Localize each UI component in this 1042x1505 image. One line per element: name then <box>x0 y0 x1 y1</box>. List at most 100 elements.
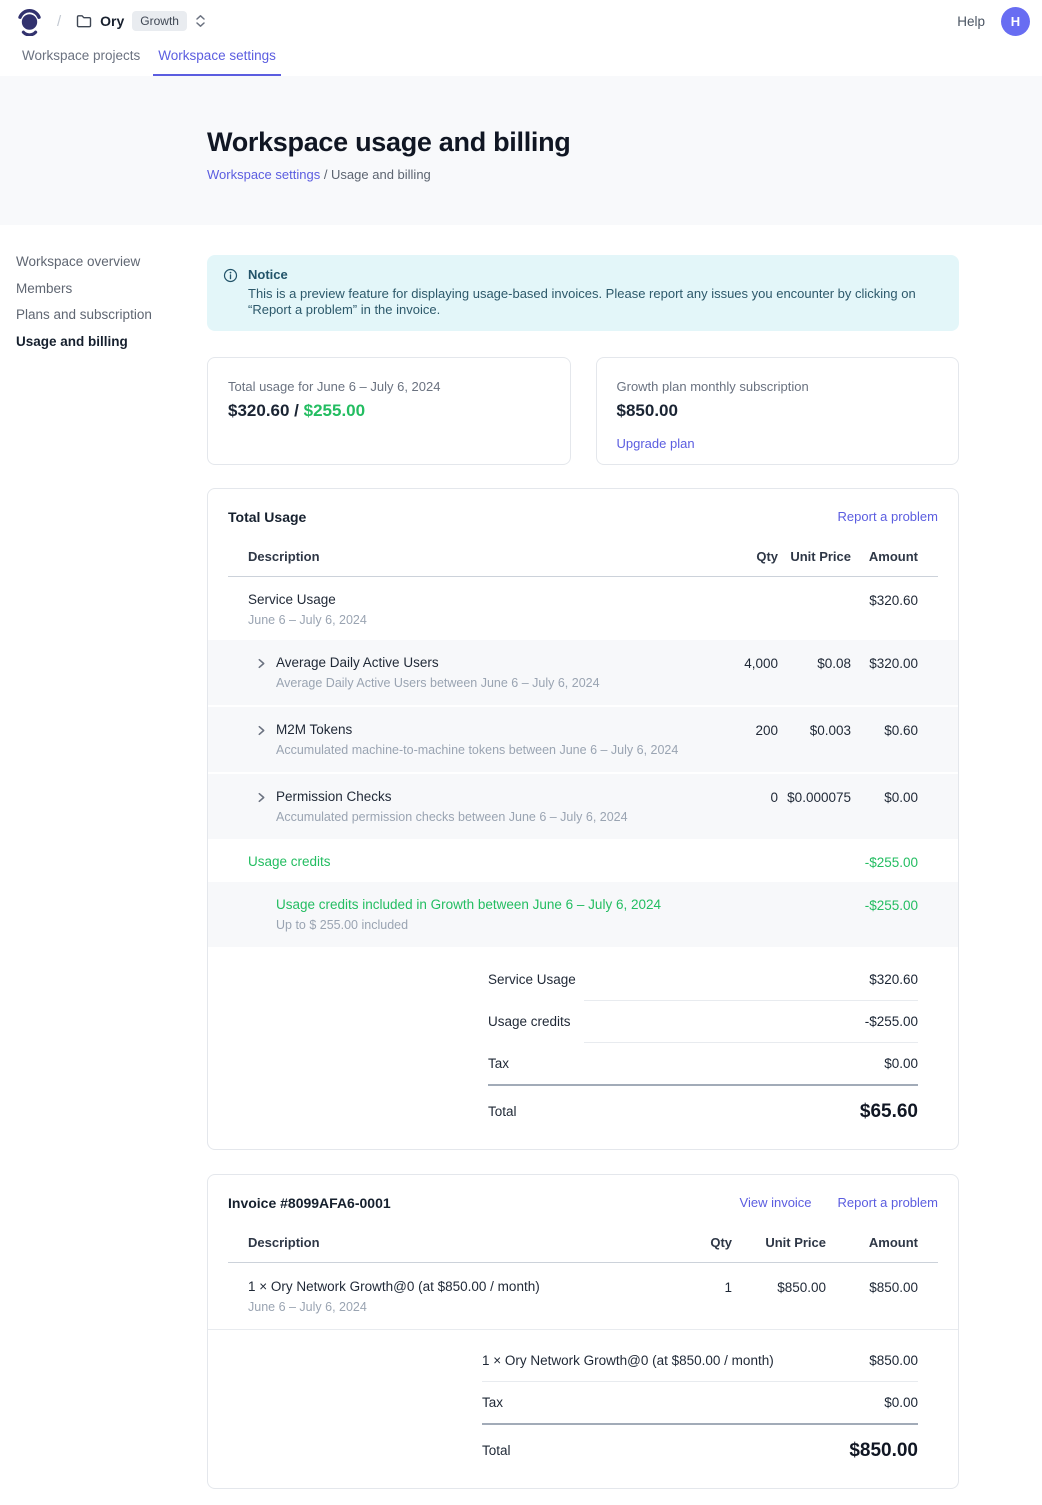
row-subtitle: Accumulated permission checks between Ju… <box>276 810 628 824</box>
table-row-m2m-tokens[interactable]: M2M Tokens Accumulated machine-to-machin… <box>208 707 958 774</box>
page-hero: Workspace usage and billing Workspace se… <box>0 76 1042 225</box>
invoice-title: Invoice #8099AFA6-0001 <box>228 1195 391 1211</box>
row-title: Permission Checks <box>276 789 628 804</box>
usage-total-row: Total $65.60 <box>488 1084 918 1127</box>
usage-summary: Service Usage $320.60 Usage credits -$25… <box>488 959 918 1127</box>
col-qty: Qty <box>688 549 778 564</box>
row-qty: 0 <box>688 789 778 805</box>
plan-badge: Growth <box>132 11 187 31</box>
summary-value: $0.00 <box>884 1395 918 1410</box>
chevron-right-icon[interactable] <box>256 724 267 757</box>
summary-label: Service Usage <box>488 972 576 987</box>
ory-logo-icon <box>16 7 43 36</box>
summary-value: -$255.00 <box>865 1014 918 1029</box>
summary-value: $0.00 <box>884 1056 918 1071</box>
upgrade-plan-link[interactable]: Upgrade plan <box>617 436 695 451</box>
table-row-permission-checks[interactable]: Permission Checks Accumulated permission… <box>208 774 958 841</box>
summary-value: $320.60 <box>869 972 918 987</box>
row-title: Service Usage <box>248 592 688 607</box>
report-problem-link[interactable]: Report a problem <box>838 509 938 524</box>
page-title: Workspace usage and billing <box>207 127 1042 158</box>
col-unit-price: Unit Price <box>732 1235 826 1250</box>
sidebar-item-members[interactable]: Members <box>16 282 191 296</box>
invoice-total-row: Total $850.00 <box>482 1423 918 1466</box>
tab-workspace-settings[interactable]: Workspace settings <box>153 42 281 76</box>
row-qty: 1 <box>672 1279 732 1295</box>
col-unit-price: Unit Price <box>778 549 851 564</box>
table-row-service-usage: Service Usage June 6 – July 6, 2024 $320… <box>208 577 958 640</box>
row-amount: $850.00 <box>826 1279 918 1295</box>
row-title: Usage credits <box>248 854 688 869</box>
row-unit-price: $0.000075 <box>778 789 851 805</box>
chevrons-up-down-icon <box>195 14 206 28</box>
view-invoice-link[interactable]: View invoice <box>740 1195 812 1210</box>
row-amount: $0.00 <box>851 789 918 805</box>
row-subtitle: Average Daily Active Users between June … <box>276 676 600 690</box>
chevron-right-icon[interactable] <box>256 657 267 690</box>
col-amount: Amount <box>826 1235 918 1250</box>
table-row-usage-credits: Usage credits -$255.00 <box>208 841 958 882</box>
row-unit-price: $0.003 <box>778 722 851 738</box>
help-link[interactable]: Help <box>957 14 985 29</box>
summary-value: $850.00 <box>869 1353 918 1368</box>
total-usage-card: Total usage for June 6 – July 6, 2024 $3… <box>207 357 571 465</box>
row-amount: -$255.00 <box>851 854 918 870</box>
summary-label: Tax <box>482 1395 503 1410</box>
invoice-table-header: Description Qty Unit Price Amount <box>228 1227 938 1263</box>
info-icon <box>223 268 238 318</box>
plan-value: $850.00 <box>617 401 939 421</box>
total-label: Total <box>482 1443 511 1458</box>
row-subtitle: June 6 – July 6, 2024 <box>248 613 688 627</box>
total-value: $65.60 <box>860 1101 918 1123</box>
workspace-tabs: Workspace projects Workspace settings <box>0 42 1042 76</box>
total-label: Total <box>488 1104 517 1119</box>
col-qty: Qty <box>672 1235 732 1250</box>
summary-label: Tax <box>488 1056 509 1071</box>
panel-title: Total Usage <box>228 509 306 525</box>
invoice-line-item: 1 × Ory Network Growth@0 (at $850.00 / m… <box>208 1263 958 1330</box>
tab-workspace-projects[interactable]: Workspace projects <box>17 42 145 76</box>
preview-notice: Notice This is a preview feature for dis… <box>207 255 959 331</box>
sidebar-item-usage-billing[interactable]: Usage and billing <box>16 335 191 349</box>
summary-label: Usage credits <box>488 1014 571 1029</box>
top-bar: / Ory Growth Help H <box>0 0 1042 42</box>
ory-logo[interactable] <box>16 7 43 36</box>
table-row-daily-active-users[interactable]: Average Daily Active Users Average Daily… <box>208 640 958 707</box>
row-amount: $0.60 <box>851 722 918 738</box>
total-usage-value: $320.60 / $255.00 <box>228 401 550 421</box>
plan-card: Growth plan monthly subscription $850.00… <box>596 357 960 465</box>
col-description: Description <box>248 549 688 564</box>
settings-sidebar: Workspace overview Members Plans and sub… <box>16 255 191 361</box>
folder-icon <box>76 14 92 28</box>
row-qty: 4,000 <box>688 655 778 671</box>
row-amount: $320.60 <box>851 592 918 608</box>
sidebar-item-plans-subscription[interactable]: Plans and subscription <box>16 308 191 322</box>
row-unit-price: $850.00 <box>732 1279 826 1295</box>
row-title: 1 × Ory Network Growth@0 (at $850.00 / m… <box>248 1279 672 1294</box>
plan-label: Growth plan monthly subscription <box>617 379 939 394</box>
main-content: Notice This is a preview feature for dis… <box>207 225 959 1489</box>
user-avatar[interactable]: H <box>1001 7 1030 36</box>
notice-title: Notice <box>248 267 943 282</box>
table-row-usage-credits-detail: Usage credits included in Growth between… <box>208 882 958 949</box>
sidebar-item-workspace-overview[interactable]: Workspace overview <box>16 255 191 269</box>
workspace-switcher[interactable]: Ory Growth <box>76 11 206 31</box>
row-subtitle: Accumulated machine-to-machine tokens be… <box>276 743 678 757</box>
total-usage-label: Total usage for June 6 – July 6, 2024 <box>228 379 550 394</box>
invoice-summary: 1 × Ory Network Growth@0 (at $850.00 / m… <box>482 1340 918 1466</box>
col-description: Description <box>248 1235 672 1250</box>
row-amount: $320.00 <box>851 655 918 671</box>
chevron-right-icon[interactable] <box>256 791 267 824</box>
row-title: Average Daily Active Users <box>276 655 600 670</box>
breadcrumb-settings-link[interactable]: Workspace settings <box>207 167 320 182</box>
credit-amount: $255.00 <box>304 401 365 420</box>
summary-label: 1 × Ory Network Growth@0 (at $850.00 / m… <box>482 1353 774 1368</box>
row-unit-price: $0.08 <box>778 655 851 671</box>
row-subtitle: Up to $ 255.00 included <box>276 918 661 932</box>
row-amount: -$255.00 <box>851 897 918 913</box>
row-qty: 200 <box>688 722 778 738</box>
workspace-name: Ory <box>100 13 124 29</box>
report-problem-link[interactable]: Report a problem <box>838 1195 938 1210</box>
usage-table-header: Description Qty Unit Price Amount <box>228 541 938 577</box>
row-title: Usage credits included in Growth between… <box>276 897 661 912</box>
